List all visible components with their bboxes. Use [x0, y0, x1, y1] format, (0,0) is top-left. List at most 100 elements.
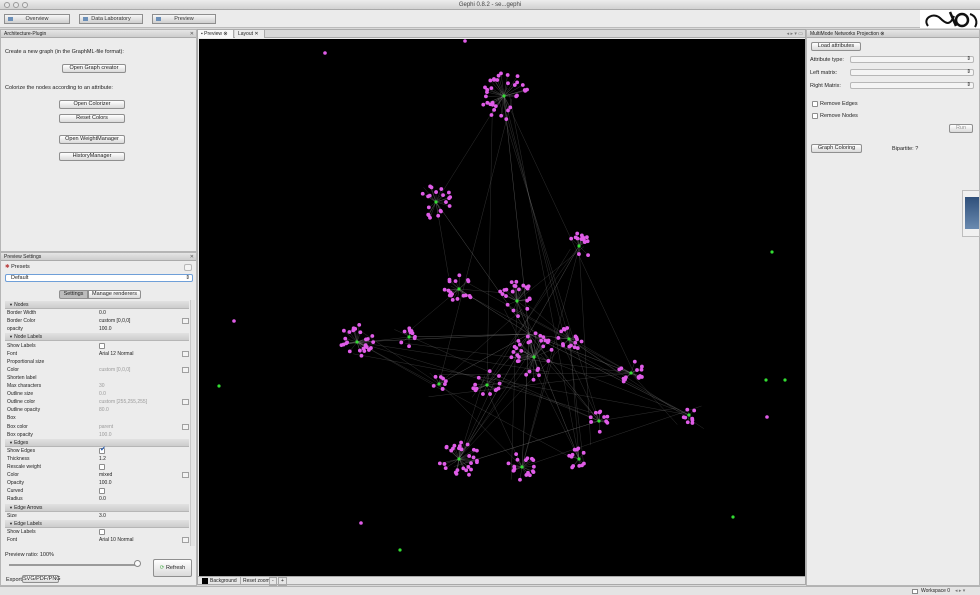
property-value[interactable]: 0.0 [99, 495, 106, 503]
reset-colors-button[interactable]: Reset Colors [59, 114, 125, 123]
property-value[interactable]: 0.0 [99, 309, 106, 317]
node [546, 338, 551, 343]
property-value[interactable]: Arial 10 Normal [99, 536, 133, 544]
data-laboratory-button[interactable]: Data Laboratory [79, 14, 143, 24]
left-matrix-select[interactable]: ⇕ [850, 69, 974, 76]
refresh-button[interactable]: ⟳ Refresh [153, 559, 192, 577]
property-value[interactable]: custom [255,255,255] [99, 398, 147, 406]
property-value[interactable]: 30 [99, 382, 105, 390]
node [442, 462, 447, 466]
reset-zoom-button[interactable]: Reset zoom [240, 577, 270, 585]
property-checkbox[interactable] [99, 528, 105, 535]
property-editor-button[interactable] [182, 318, 189, 325]
property-editor-button[interactable] [182, 472, 189, 479]
property-editor-button[interactable] [182, 423, 189, 430]
open-graph-creator-button[interactable]: Open Graph creator [62, 64, 126, 73]
property-value[interactable]: 3.0 [99, 512, 106, 520]
node [365, 337, 370, 341]
property-value[interactable]: 100.0 [99, 431, 112, 439]
property-checkbox[interactable] [99, 464, 105, 470]
property-checkbox[interactable] [99, 342, 105, 349]
close-icon[interactable]: ✕ [253, 31, 258, 37]
node [504, 287, 509, 292]
close-icon[interactable]: ⊗ [879, 31, 884, 37]
remove-nodes-checkbox[interactable] [812, 113, 818, 119]
background-color-swatch[interactable] [202, 578, 208, 584]
property-editor-button[interactable] [182, 399, 189, 406]
zoom-window-icon[interactable] [22, 2, 28, 8]
architecture-plugin-tab[interactable]: Architecture-Plugin ✕ [1, 30, 196, 38]
node [453, 470, 458, 475]
property-value[interactable]: 1.2 [99, 455, 106, 463]
properties-scrollbar[interactable] [190, 300, 195, 546]
preview-ratio-handle[interactable] [134, 560, 141, 567]
preview-button[interactable]: Preview [152, 14, 216, 24]
node [463, 293, 468, 298]
workspace-icon [912, 589, 918, 594]
tab-manage-renderers[interactable]: Manage renderers [88, 290, 141, 299]
property-value[interactable]: parent [99, 423, 113, 431]
node [358, 330, 363, 335]
workspace-nav-icon[interactable]: ◂ ▸ ▾ [955, 588, 965, 594]
property-editor-button[interactable] [182, 536, 189, 543]
property-checkbox[interactable] [99, 446, 106, 454]
zoom-out-button[interactable]: - [269, 577, 277, 586]
node [467, 454, 472, 458]
right-matrix-select[interactable]: ⇕ [850, 82, 974, 89]
property-value[interactable]: mixed [99, 471, 112, 479]
node [488, 392, 492, 396]
close-icon[interactable]: ✕ [190, 253, 194, 261]
node [575, 346, 580, 350]
node [635, 368, 639, 372]
workspace-label[interactable]: Workspace 0 [921, 588, 950, 594]
node [516, 339, 521, 343]
open-colorizer-button[interactable]: Open Colorizer [59, 100, 125, 109]
attribute-type-select[interactable]: ⇕ [850, 56, 974, 63]
graph-coloring-button[interactable]: Graph Coloring [811, 144, 862, 153]
node [638, 374, 642, 378]
property-value[interactable]: 80.0 [99, 406, 109, 414]
load-attributes-button[interactable]: Load attributes [811, 42, 861, 51]
close-window-icon[interactable] [4, 2, 10, 8]
property-value[interactable]: 100.0 [99, 479, 112, 487]
node [527, 369, 532, 374]
property-editor-button[interactable] [182, 350, 189, 357]
property-value[interactable]: Arial 12 Normal [99, 350, 133, 358]
open-weight-manager-button[interactable]: Open WeightManager [59, 135, 125, 144]
property-value[interactable]: 0.0 [99, 390, 106, 398]
graph-preview-canvas[interactable] [199, 39, 805, 576]
preset-select[interactable]: Default ⇕ [5, 274, 193, 282]
minimize-window-icon[interactable] [13, 2, 19, 8]
window-controls[interactable] [4, 2, 28, 8]
background-button[interactable]: Background [210, 577, 237, 585]
property-value[interactable]: custom [0,0,0] [99, 317, 130, 325]
property-value[interactable]: 100.0 [99, 325, 112, 333]
zoom-in-button[interactable]: + [278, 577, 287, 586]
node [469, 467, 473, 472]
window-mode-icons[interactable]: ◂ ▸ ▾ ▭ [787, 31, 803, 37]
node [514, 346, 519, 351]
node [513, 284, 518, 288]
presets-menu-button[interactable] [184, 264, 192, 271]
floating-thumbnail[interactable] [962, 190, 980, 237]
tab-settings[interactable]: Settings [59, 290, 88, 299]
property-value[interactable]: custom [0,0,0] [99, 366, 130, 374]
hub-node [437, 382, 441, 386]
tab-layout[interactable]: Layout ✕ [235, 30, 265, 38]
node [357, 322, 362, 327]
multimode-tab[interactable]: MultiMode Networks Projection ⊗ [807, 30, 979, 38]
preview-settings-tab[interactable]: Preview Settings ✕ [1, 253, 196, 261]
close-icon[interactable]: ✕ [190, 30, 194, 38]
property-checkbox[interactable] [99, 488, 105, 495]
property-editor-button[interactable] [182, 366, 189, 373]
close-icon[interactable]: ⊗ [222, 31, 227, 37]
preview-ratio-slider[interactable] [9, 564, 139, 566]
history-manager-button[interactable]: HistoryManager [59, 152, 125, 161]
node [457, 446, 461, 451]
run-button[interactable]: Run [949, 124, 973, 133]
tab-preview[interactable]: ▪ Preview ⊗ [198, 30, 234, 38]
overview-button[interactable]: Overview [4, 14, 70, 24]
remove-edges-checkbox[interactable] [812, 101, 818, 107]
export-svg-pdf-png-button[interactable]: SVG/PDF/PNG [22, 575, 61, 583]
node [494, 387, 499, 392]
